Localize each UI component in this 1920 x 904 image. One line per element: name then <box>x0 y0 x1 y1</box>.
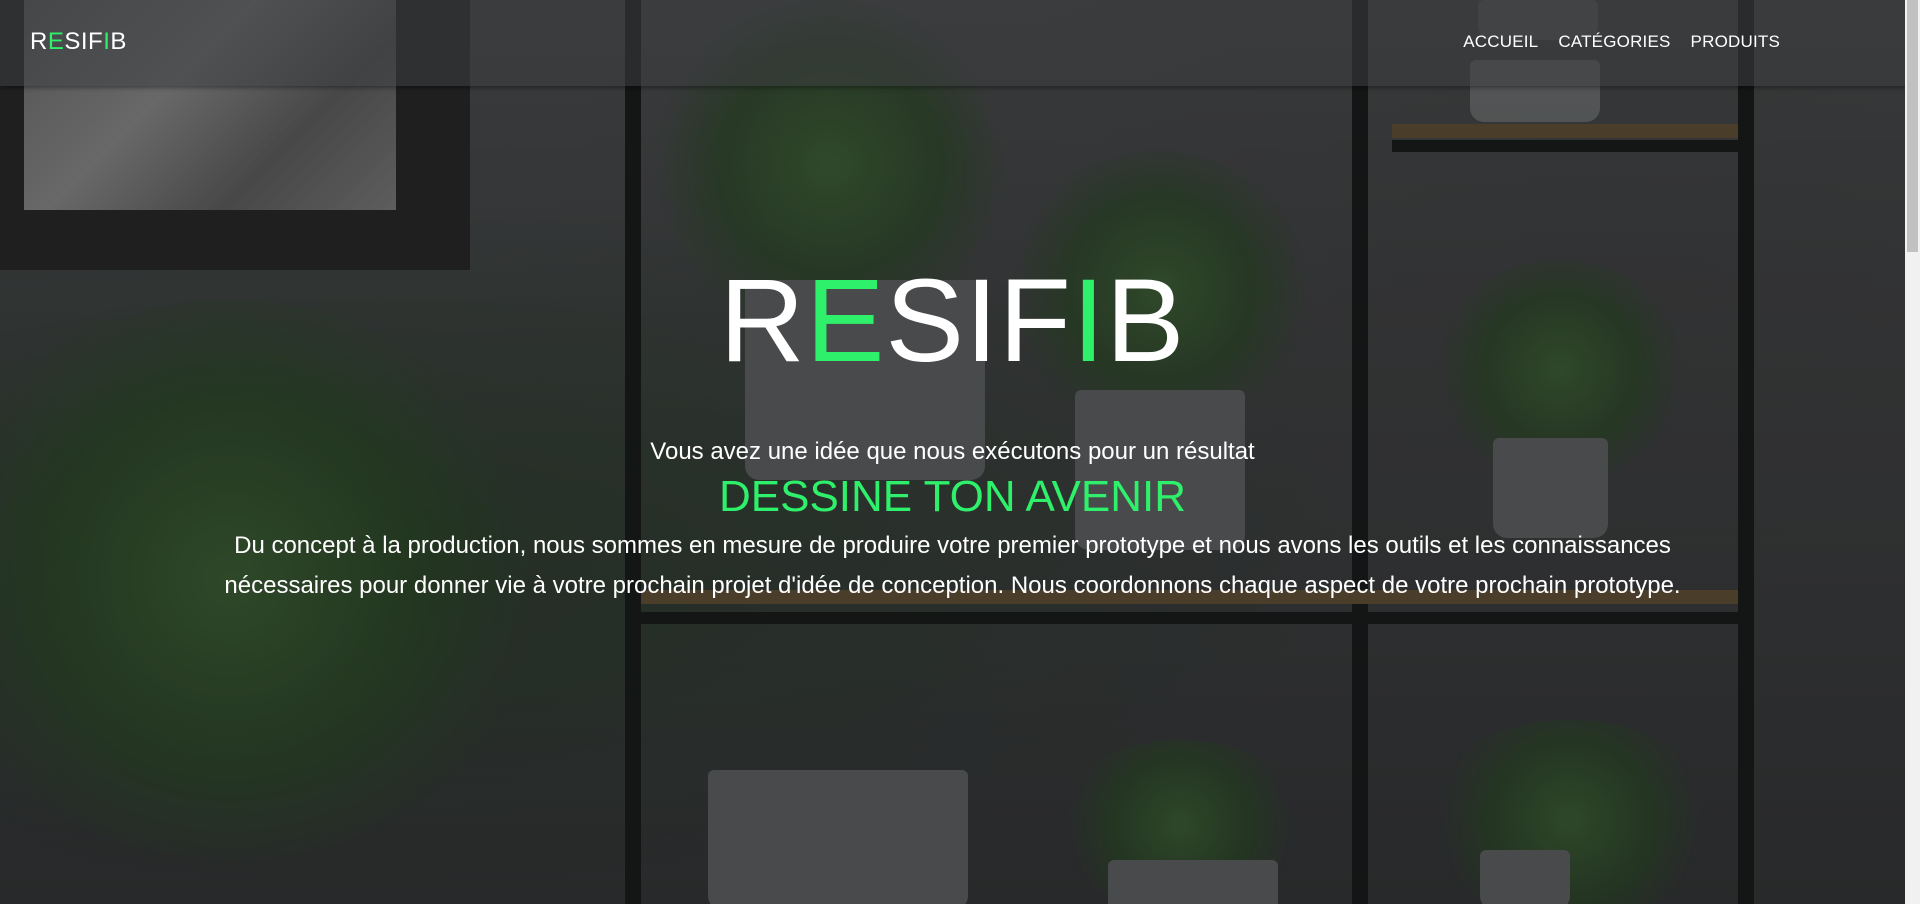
nav-item-produits[interactable]: PRODUITS <box>1691 32 1780 52</box>
main-nav: ACCUEIL CATÉGORIES PRODUITS <box>1463 32 1780 52</box>
hero-title-letter-accent: I <box>1072 255 1106 387</box>
hero-title-letter: B <box>1105 255 1186 387</box>
brand-letter: B <box>110 28 127 55</box>
nav-item-categories[interactable]: CATÉGORIES <box>1558 32 1670 52</box>
nav-item-accueil[interactable]: ACCUEIL <box>1463 32 1538 52</box>
hero-title-letter: SIF <box>885 255 1072 387</box>
brand-logo-link[interactable]: RESIFIB <box>30 28 127 56</box>
hero-title-letter: R <box>719 255 806 387</box>
hero-tagline: DESSINE TON AVENIR <box>718 472 1187 521</box>
hero-description: Du concept à la production, nous sommes … <box>224 532 1681 599</box>
page-scrollbar[interactable] <box>1905 0 1920 904</box>
scrollbar-thumb[interactable] <box>1907 0 1918 252</box>
hero-title-letter-accent: E <box>805 255 886 387</box>
hero-subtitle: Vous avez une idée que nous exécutons po… <box>650 438 1255 465</box>
hero-title: RESIFIB <box>0 256 1905 386</box>
brand-letter: SIF <box>64 28 104 55</box>
brand-letter: R <box>30 28 48 55</box>
page: RESIFIB ACCUEIL CATÉGORIES PRODUITS RESI… <box>0 0 1920 904</box>
top-navbar: RESIFIB ACCUEIL CATÉGORIES PRODUITS <box>0 0 1905 86</box>
hero-section: RESIFIB Vous avez une idée que nous exéc… <box>0 0 1905 904</box>
brand-letter-accent: E <box>47 28 65 55</box>
